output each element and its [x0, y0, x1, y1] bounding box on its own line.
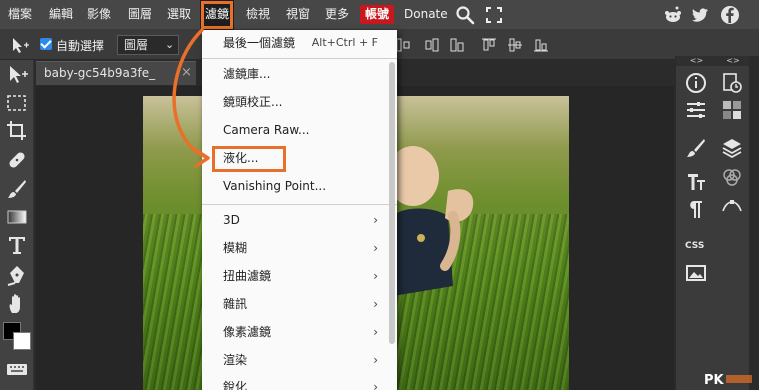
- align-icon[interactable]: [450, 38, 464, 52]
- menu-item-label: 3D: [223, 213, 240, 227]
- menu-separator: [202, 204, 397, 205]
- menu-item-pixelate[interactable]: 像素濾鏡 ›: [202, 318, 397, 346]
- menu-file[interactable]: 檔案: [5, 0, 35, 30]
- panel-gutter: [749, 56, 759, 390]
- panel-collapse-toggle[interactable]: <>: [717, 56, 749, 66]
- menu-item-filter-gallery[interactable]: 濾鏡庫...: [202, 60, 397, 88]
- fullscreen-icon[interactable]: [484, 5, 504, 25]
- menu-item-label: 雜訊: [223, 297, 248, 311]
- panel-collapse-toggle[interactable]: <>: [676, 56, 717, 66]
- chevron-right-icon: ›: [373, 297, 378, 311]
- menu-item-blur[interactable]: 模糊 ›: [202, 234, 397, 262]
- adjustments-icon[interactable]: [685, 99, 707, 121]
- menu-item-noise[interactable]: 雜訊 ›: [202, 290, 397, 318]
- chevron-right-icon: ›: [373, 269, 378, 283]
- brush-tool-icon[interactable]: [5, 177, 29, 201]
- tools-panel: [0, 60, 34, 390]
- character-icon[interactable]: [685, 170, 707, 192]
- move-tool-icon: [13, 38, 29, 53]
- menu-item-label: 最後一個濾鏡: [223, 36, 296, 50]
- menu-item-label: 銳化: [223, 380, 248, 390]
- menu-item-label: 扭曲濾鏡: [223, 269, 272, 283]
- menu-scrollbar[interactable]: [389, 62, 395, 344]
- twitter-icon[interactable]: [690, 5, 710, 25]
- menu-separator: [202, 58, 397, 59]
- facebook-icon[interactable]: [720, 5, 740, 25]
- reddit-icon[interactable]: [663, 5, 683, 25]
- watermark-badge: [726, 375, 752, 383]
- menu-image[interactable]: 影像: [84, 0, 114, 30]
- image-icon[interactable]: [685, 262, 707, 284]
- chevron-right-icon: ›: [373, 380, 378, 390]
- layers-icon[interactable]: [721, 137, 743, 159]
- menu-window[interactable]: 視窗: [283, 0, 313, 30]
- chevron-right-icon: ›: [373, 325, 378, 339]
- filter-menu: 最後一個濾鏡 Alt+Ctrl + F 濾鏡庫... 鏡頭校正... Camer…: [202, 30, 397, 390]
- watermark-text: PK: [704, 373, 724, 388]
- marquee-tool-icon[interactable]: [5, 91, 29, 115]
- text-tool-icon[interactable]: [5, 233, 29, 257]
- pen-tool-icon[interactable]: [5, 263, 29, 287]
- menu-item-camera-raw[interactable]: Camera Raw...: [202, 116, 397, 144]
- menu-bar: 檔案 編輯 影像 圖層 選取 濾鏡 檢視 視窗 更多 帳號 Donate: [0, 0, 759, 30]
- chevron-right-icon: ›: [373, 213, 378, 227]
- paths-icon[interactable]: [721, 195, 743, 217]
- keyboard-icon[interactable]: [5, 357, 29, 381]
- chevron-right-icon: ›: [373, 353, 378, 367]
- right-panel-secondary: <>: [717, 56, 749, 390]
- healing-tool-icon[interactable]: [5, 148, 29, 172]
- info-icon[interactable]: [685, 72, 707, 94]
- menu-item-render[interactable]: 渲染 ›: [202, 346, 397, 374]
- menu-item-shortcut: Alt+Ctrl + F: [311, 36, 378, 49]
- align-bottom-icon[interactable]: [534, 38, 548, 52]
- menu-item-lens-correction[interactable]: 鏡頭校正...: [202, 88, 397, 116]
- menu-more[interactable]: 更多: [322, 0, 352, 30]
- menu-edit[interactable]: 編輯: [46, 0, 76, 30]
- menu-item-label: 模糊: [223, 241, 248, 255]
- document-tab-title: baby-gc54b9a3fe_: [44, 66, 156, 80]
- crop-tool-icon[interactable]: [5, 119, 29, 143]
- brush-settings-icon[interactable]: [685, 137, 707, 159]
- annotation-arrow-icon: [172, 28, 210, 168]
- paragraph-icon[interactable]: [685, 198, 707, 220]
- menu-item-3d[interactable]: 3D ›: [202, 206, 397, 234]
- swatches-icon[interactable]: [721, 99, 743, 121]
- align-middle-icon[interactable]: [508, 38, 522, 52]
- align-icon[interactable]: [396, 38, 410, 52]
- liquify-highlight: [212, 146, 286, 172]
- align-top-icon[interactable]: [482, 38, 496, 52]
- menu-item-sharpen[interactable]: 銳化 ›: [202, 373, 397, 390]
- watermark-logo: PK: [704, 369, 754, 388]
- menu-item-vanishing-point[interactable]: Vanishing Point...: [202, 172, 397, 200]
- search-icon[interactable]: [455, 5, 475, 25]
- donate-link[interactable]: Donate: [401, 0, 451, 30]
- gradient-tool-icon[interactable]: [5, 205, 29, 229]
- menu-item-label: 渲染: [223, 353, 248, 367]
- css-panel-label[interactable]: CSS: [685, 241, 704, 251]
- menu-layer[interactable]: 圖層: [125, 0, 155, 30]
- auto-select-label: 自動選擇: [56, 39, 105, 53]
- right-panel-collapsed: <> CSS: [675, 56, 717, 390]
- baby-figure: [393, 146, 474, 296]
- chevron-right-icon: ›: [373, 241, 378, 255]
- auto-select-checkbox[interactable]: [40, 38, 52, 50]
- account-button[interactable]: 帳號: [360, 5, 395, 24]
- menu-view[interactable]: 檢視: [243, 0, 273, 30]
- menu-item-distort[interactable]: 扭曲濾鏡 ›: [202, 262, 397, 290]
- background-color-swatch[interactable]: [13, 332, 31, 350]
- layer-select-value: 圖層: [124, 38, 149, 52]
- hand-tool-icon[interactable]: [5, 292, 29, 316]
- move-tool-icon[interactable]: [5, 63, 29, 87]
- menu-item-last-filter[interactable]: 最後一個濾鏡 Alt+Ctrl + F: [202, 30, 397, 57]
- history-icon[interactable]: [721, 72, 743, 94]
- align-icon[interactable]: [425, 38, 439, 52]
- menu-item-label: 像素濾鏡: [223, 325, 272, 339]
- channels-icon[interactable]: [721, 166, 743, 188]
